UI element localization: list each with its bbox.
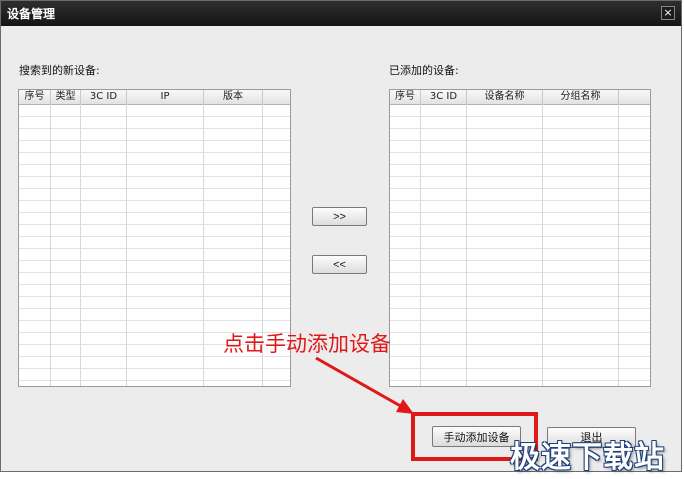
added-devices-table-header: 序号 3C ID 设备名称 分组名称 bbox=[390, 90, 650, 105]
added-devices-label: 已添加的设备: bbox=[389, 64, 459, 77]
column-divider bbox=[420, 104, 421, 386]
column-divider bbox=[466, 104, 467, 386]
close-icon[interactable]: × bbox=[661, 6, 675, 20]
column-header-index[interactable]: 序号 bbox=[19, 90, 51, 104]
column-divider bbox=[50, 104, 51, 386]
watermark-logo: 极速下载站 bbox=[510, 440, 665, 475]
column-header-type[interactable]: 类型 bbox=[51, 90, 81, 104]
column-divider bbox=[203, 104, 204, 386]
added-devices-table[interactable]: 序号 3C ID 设备名称 分组名称 bbox=[389, 89, 651, 387]
add-selected-button[interactable]: >> bbox=[312, 207, 367, 226]
column-header-group-name[interactable]: 分组名称 bbox=[543, 90, 619, 104]
column-divider bbox=[80, 104, 81, 386]
column-divider bbox=[126, 104, 127, 386]
column-header-ip[interactable]: IP bbox=[127, 90, 204, 104]
new-devices-table-header: 序号 类型 3C ID IP 版本 bbox=[19, 90, 290, 105]
column-header-version[interactable]: 版本 bbox=[204, 90, 263, 104]
new-devices-label: 搜索到的新设备: bbox=[19, 64, 100, 77]
column-divider bbox=[542, 104, 543, 386]
column-header-3cid[interactable]: 3C ID bbox=[421, 90, 467, 104]
remove-selected-button[interactable]: << bbox=[312, 255, 367, 274]
annotation-text: 点击手动添加设备 bbox=[223, 332, 391, 356]
title-bar[interactable]: 设备管理 × bbox=[1, 1, 681, 26]
added-devices-rows bbox=[390, 105, 650, 386]
column-header-device-name[interactable]: 设备名称 bbox=[467, 90, 543, 104]
device-manager-window: 设备管理 × 搜索到的新设备: 序号 类型 3C ID IP 版本 >> << … bbox=[0, 0, 682, 472]
column-divider bbox=[618, 104, 619, 386]
column-header-index[interactable]: 序号 bbox=[390, 90, 421, 104]
column-header-3cid[interactable]: 3C ID bbox=[81, 90, 127, 104]
window-title: 设备管理 bbox=[7, 7, 56, 21]
